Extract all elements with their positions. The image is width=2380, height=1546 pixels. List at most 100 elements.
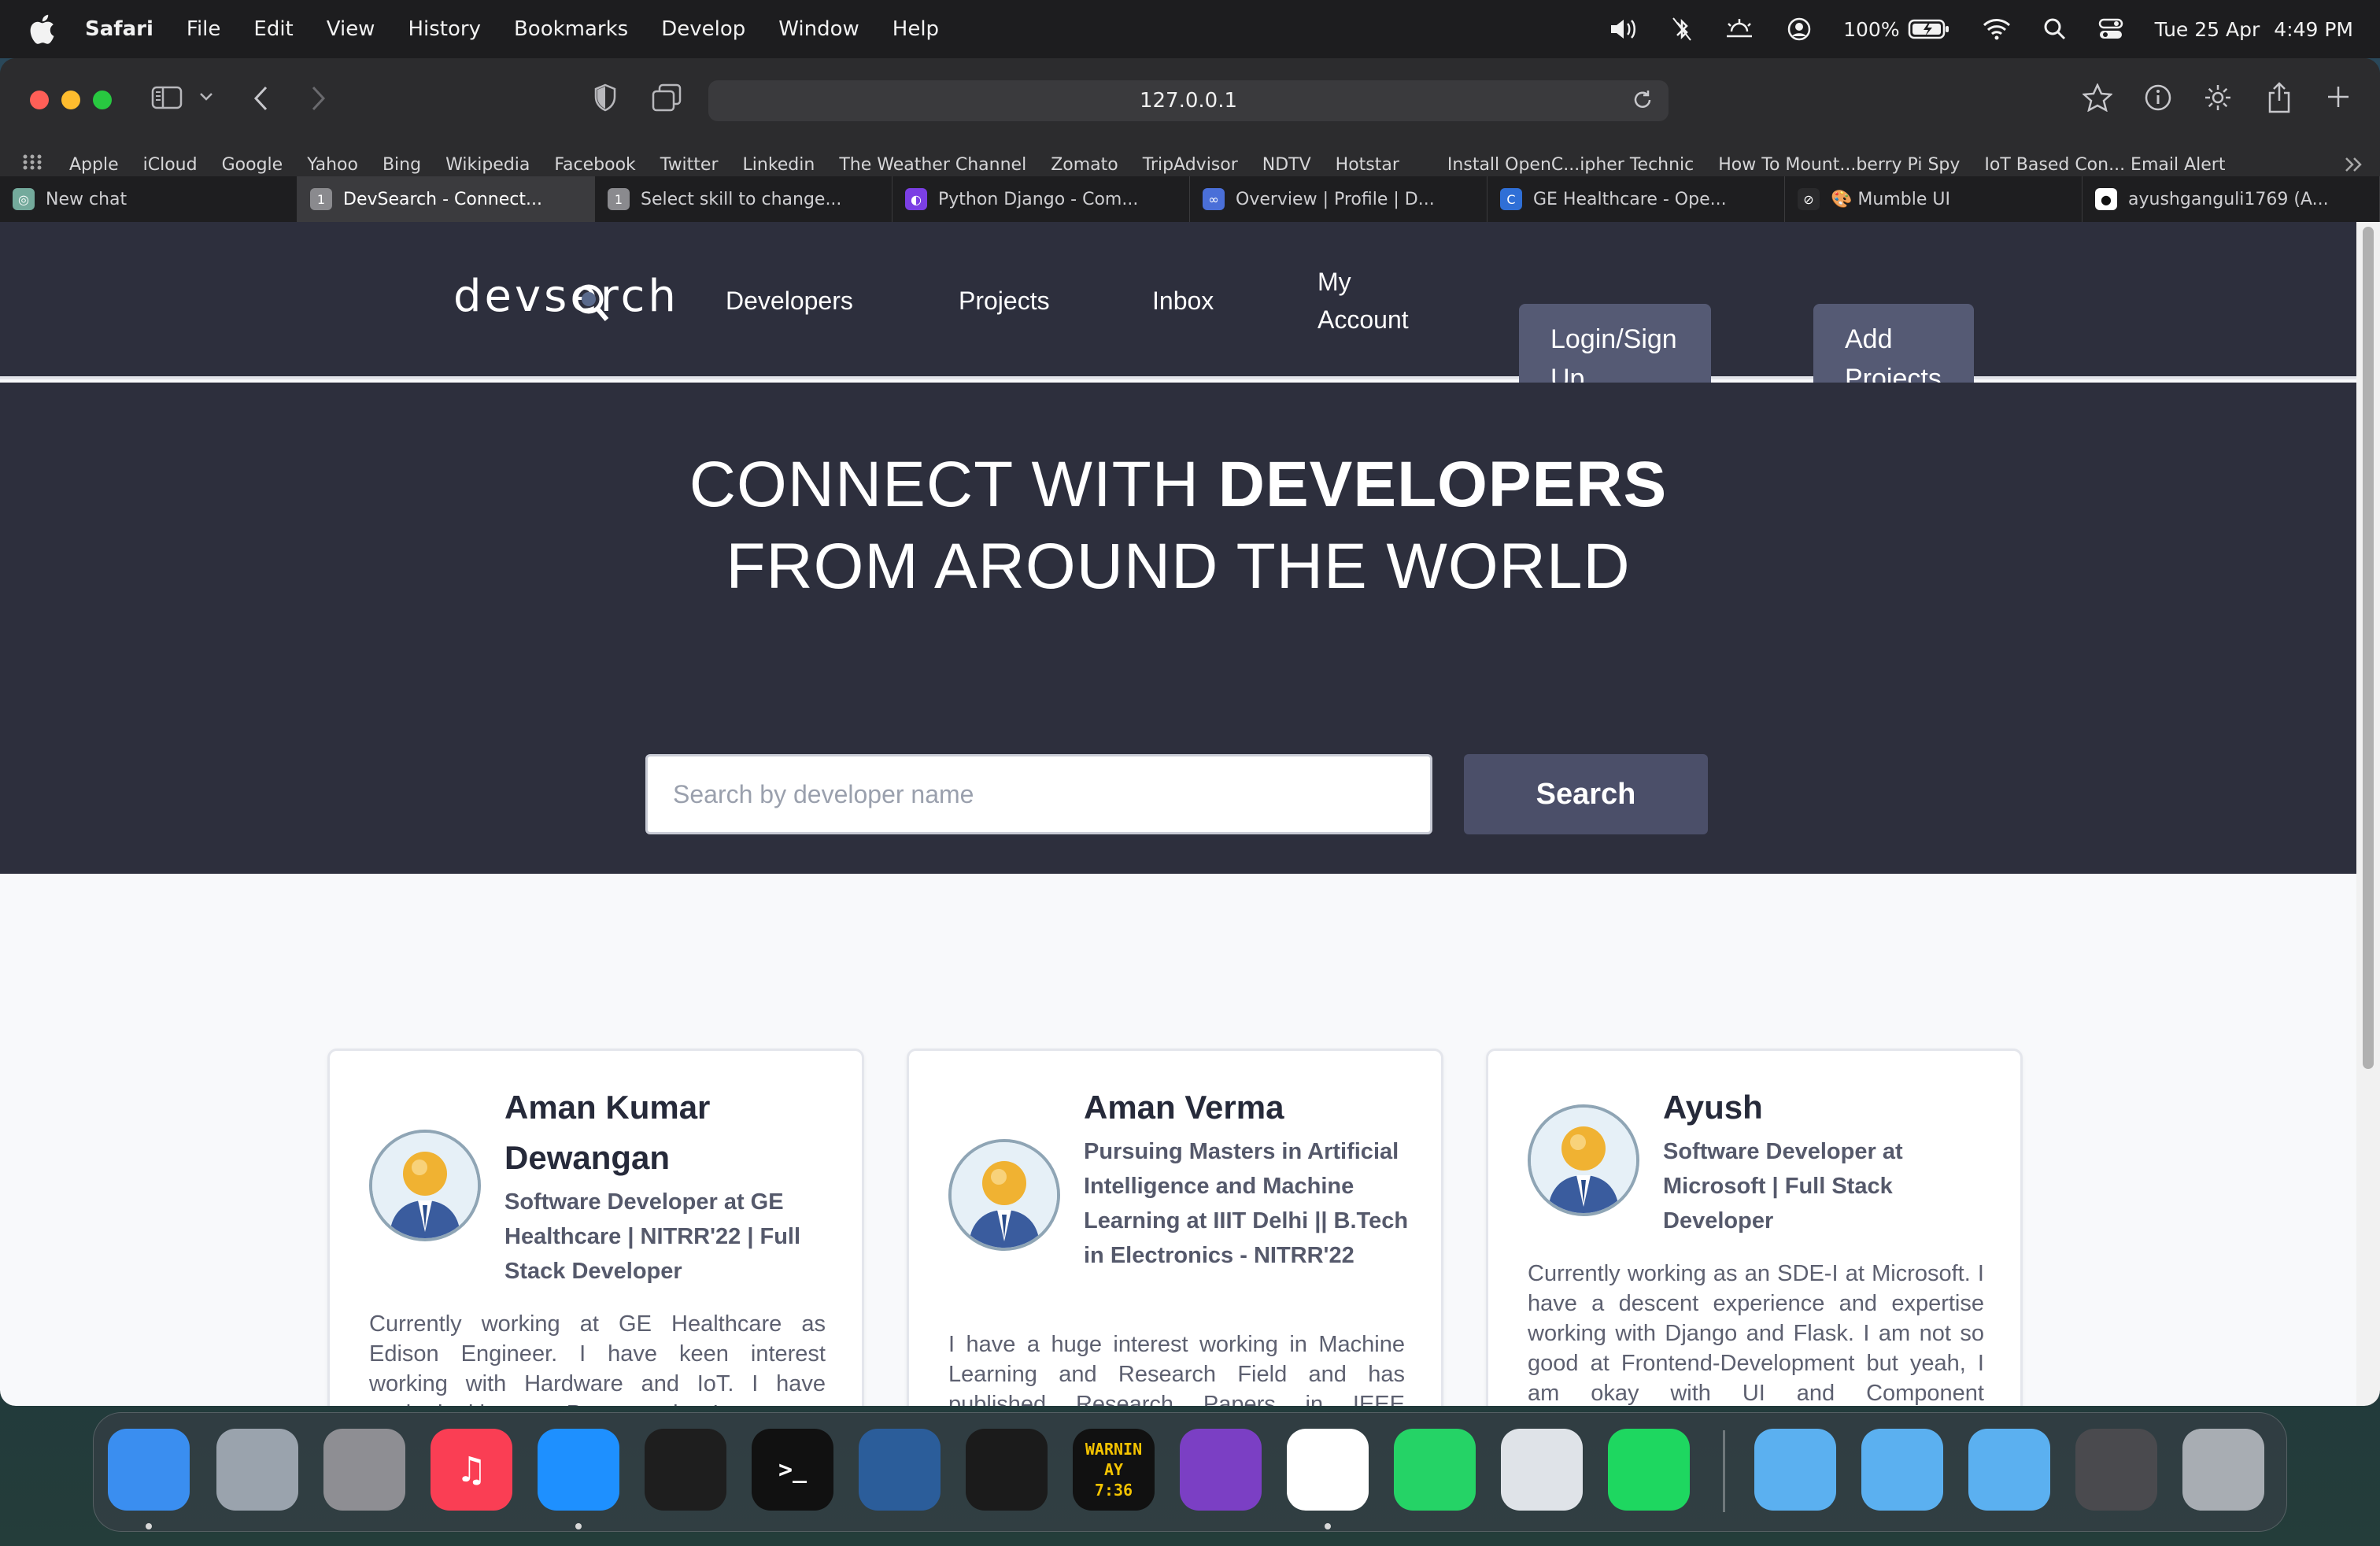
bluetooth-off-icon[interactable] <box>1672 17 1692 42</box>
site-logo[interactable]: devserch <box>453 271 679 322</box>
terminal-icon[interactable]: >_ <box>752 1429 833 1511</box>
whatsapp-icon[interactable] <box>1394 1429 1476 1511</box>
browser-tab[interactable]: ◐ Python Django - Com... <box>893 176 1190 222</box>
applications-folder-icon[interactable] <box>1968 1429 2050 1511</box>
browser-tab[interactable]: C GE Healthcare - Ope... <box>1488 176 1785 222</box>
vscode-icon[interactable] <box>1287 1429 1369 1511</box>
menu-file[interactable]: File <box>187 17 221 41</box>
bookmark-raspberry-pi[interactable]: How To Mount...berry Pi Spy <box>1718 155 1960 175</box>
back-icon[interactable] <box>252 85 271 112</box>
forward-icon[interactable] <box>309 85 327 112</box>
url-text[interactable]: 127.0.0.1 <box>1140 89 1237 113</box>
bookmark-install-opencv[interactable]: Install OpenC...ipher Technic <box>1447 155 1694 175</box>
browser-tab[interactable]: 1 DevSearch - Connect... <box>298 176 595 222</box>
menubar-time[interactable]: 4:49 PM <box>2274 18 2353 41</box>
folder-icon[interactable] <box>1754 1429 1836 1511</box>
new-tab-icon[interactable] <box>2326 85 2350 109</box>
privacy-shield-icon[interactable] <box>593 83 617 112</box>
scrollbar-thumb[interactable] <box>2363 227 2374 1069</box>
bookmark-icloud[interactable]: iCloud <box>143 155 198 175</box>
browser-tab[interactable]: ◎ New chat <box>0 176 298 222</box>
bookmark-weather-channel[interactable]: The Weather Channel <box>839 155 1026 175</box>
menu-app-name[interactable]: Safari <box>85 17 153 41</box>
bookmark-tripadvisor[interactable]: TripAdvisor <box>1143 155 1238 175</box>
address-bar[interactable]: 127.0.0.1 <box>708 80 1669 121</box>
system-settings-icon[interactable] <box>323 1429 405 1511</box>
sidebar-toggle-icon[interactable] <box>151 85 183 110</box>
developer-card[interactable]: Aman Kumar Dewangan Software Developer a… <box>327 1049 864 1406</box>
close-window-button[interactable] <box>30 91 49 109</box>
activity-monitor-icon[interactable] <box>966 1429 1048 1511</box>
menu-bookmarks[interactable]: Bookmarks <box>514 17 628 41</box>
nav-developers[interactable]: Developers <box>726 282 853 320</box>
bookmark-twitter[interactable]: Twitter <box>660 155 719 175</box>
nav-inbox[interactable]: Inbox <box>1152 282 1214 320</box>
developer-search-input[interactable] <box>645 754 1432 834</box>
browser-tab[interactable]: 1 Select skill to change... <box>595 176 893 222</box>
console-icon[interactable]: WARNIN AY 7:36 <box>1073 1429 1155 1511</box>
bookmark-linkedin[interactable]: Linkedin <box>743 155 815 175</box>
sidebar-menu-chevron-icon[interactable] <box>198 91 214 102</box>
disk-utility-icon[interactable] <box>1501 1429 1583 1511</box>
trash-icon[interactable] <box>2182 1429 2264 1511</box>
nav-my-account[interactable]: My Account <box>1318 263 1443 338</box>
github-desktop-icon[interactable] <box>1180 1429 1262 1511</box>
menubar-date[interactable]: Tue 25 Apr <box>2155 18 2260 41</box>
menu-develop[interactable]: Develop <box>661 17 745 41</box>
browser-tab[interactable]: ● ayushganguli1769 (A... <box>2082 176 2380 222</box>
bookmark-iot-email-alert[interactable]: IoT Based Con... Email Alert <box>1984 155 2225 175</box>
figma-icon[interactable] <box>645 1429 726 1511</box>
bookmark-apple[interactable]: Apple <box>69 155 119 175</box>
downloads-stack-icon[interactable] <box>2075 1429 2157 1511</box>
bookmark-ndtv[interactable]: NDTV <box>1262 155 1311 175</box>
minimize-window-button[interactable] <box>61 91 80 109</box>
finder-icon[interactable] <box>108 1429 190 1511</box>
developer-name[interactable]: Ayush <box>1663 1082 1994 1133</box>
spotlight-search-icon[interactable] <box>2043 17 2067 41</box>
gear-icon[interactable] <box>2204 83 2232 112</box>
developer-name[interactable]: Aman Kumar Dewangan <box>504 1082 835 1183</box>
info-icon[interactable] <box>2144 83 2172 112</box>
menu-edit[interactable]: Edit <box>253 17 293 41</box>
page-scrollbar[interactable] <box>2356 222 2380 1406</box>
bookmark-bing[interactable]: Bing <box>382 155 421 175</box>
reload-icon[interactable] <box>1631 88 1654 117</box>
search-button[interactable]: Search <box>1464 754 1708 834</box>
spotify-icon[interactable] <box>1608 1429 1690 1511</box>
favorites-grid-icon[interactable] <box>22 153 42 176</box>
battery-icon[interactable] <box>1908 18 1950 40</box>
safari-icon[interactable] <box>538 1429 619 1511</box>
purple-app-icon: ◐ <box>905 188 927 210</box>
apple-menu-icon[interactable] <box>28 14 66 44</box>
bookmark-yahoo[interactable]: Yahoo <box>307 155 358 175</box>
user-account-icon[interactable] <box>1787 17 1812 42</box>
browser-tab[interactable]: ⊘ 🎨 Mumble UI <box>1785 176 2082 222</box>
control-center-icon[interactable] <box>2098 17 2123 41</box>
bookmark-hotstar[interactable]: Hotstar <box>1336 155 1399 175</box>
menu-history[interactable]: History <box>408 17 481 41</box>
night-shift-icon[interactable] <box>1724 17 1755 41</box>
launchpad-icon[interactable] <box>216 1429 298 1511</box>
azure-data-studio-icon[interactable] <box>859 1429 941 1511</box>
zoom-window-button[interactable] <box>93 91 112 109</box>
developer-card[interactable]: Ayush Software Developer at Microsoft | … <box>1486 1049 2023 1406</box>
developer-name[interactable]: Aman Verma <box>1084 1082 1414 1133</box>
nav-projects[interactable]: Projects <box>959 282 1050 320</box>
bookmarks-overflow-icon[interactable] <box>2344 153 2364 179</box>
menu-help[interactable]: Help <box>893 17 939 41</box>
share-icon[interactable] <box>2267 82 2292 113</box>
developer-card[interactable]: Aman Verma Pursuing Masters in Artificia… <box>907 1049 1443 1406</box>
browser-tab[interactable]: ∞ Overview | Profile | D... <box>1190 176 1488 222</box>
menu-view[interactable]: View <box>327 17 375 41</box>
bookmark-star-icon[interactable] <box>2082 83 2112 112</box>
wifi-icon[interactable] <box>1982 17 2012 41</box>
bookmark-facebook[interactable]: Facebook <box>554 155 635 175</box>
music-icon[interactable]: ♫ <box>431 1429 512 1511</box>
bookmark-zomato[interactable]: Zomato <box>1051 155 1118 175</box>
volume-icon[interactable] <box>1609 17 1640 41</box>
tab-overview-icon[interactable] <box>652 83 682 112</box>
menu-window[interactable]: Window <box>778 17 859 41</box>
home-folder-icon[interactable] <box>1861 1429 1943 1511</box>
bookmark-google[interactable]: Google <box>222 155 283 175</box>
bookmark-wikipedia[interactable]: Wikipedia <box>445 155 530 175</box>
